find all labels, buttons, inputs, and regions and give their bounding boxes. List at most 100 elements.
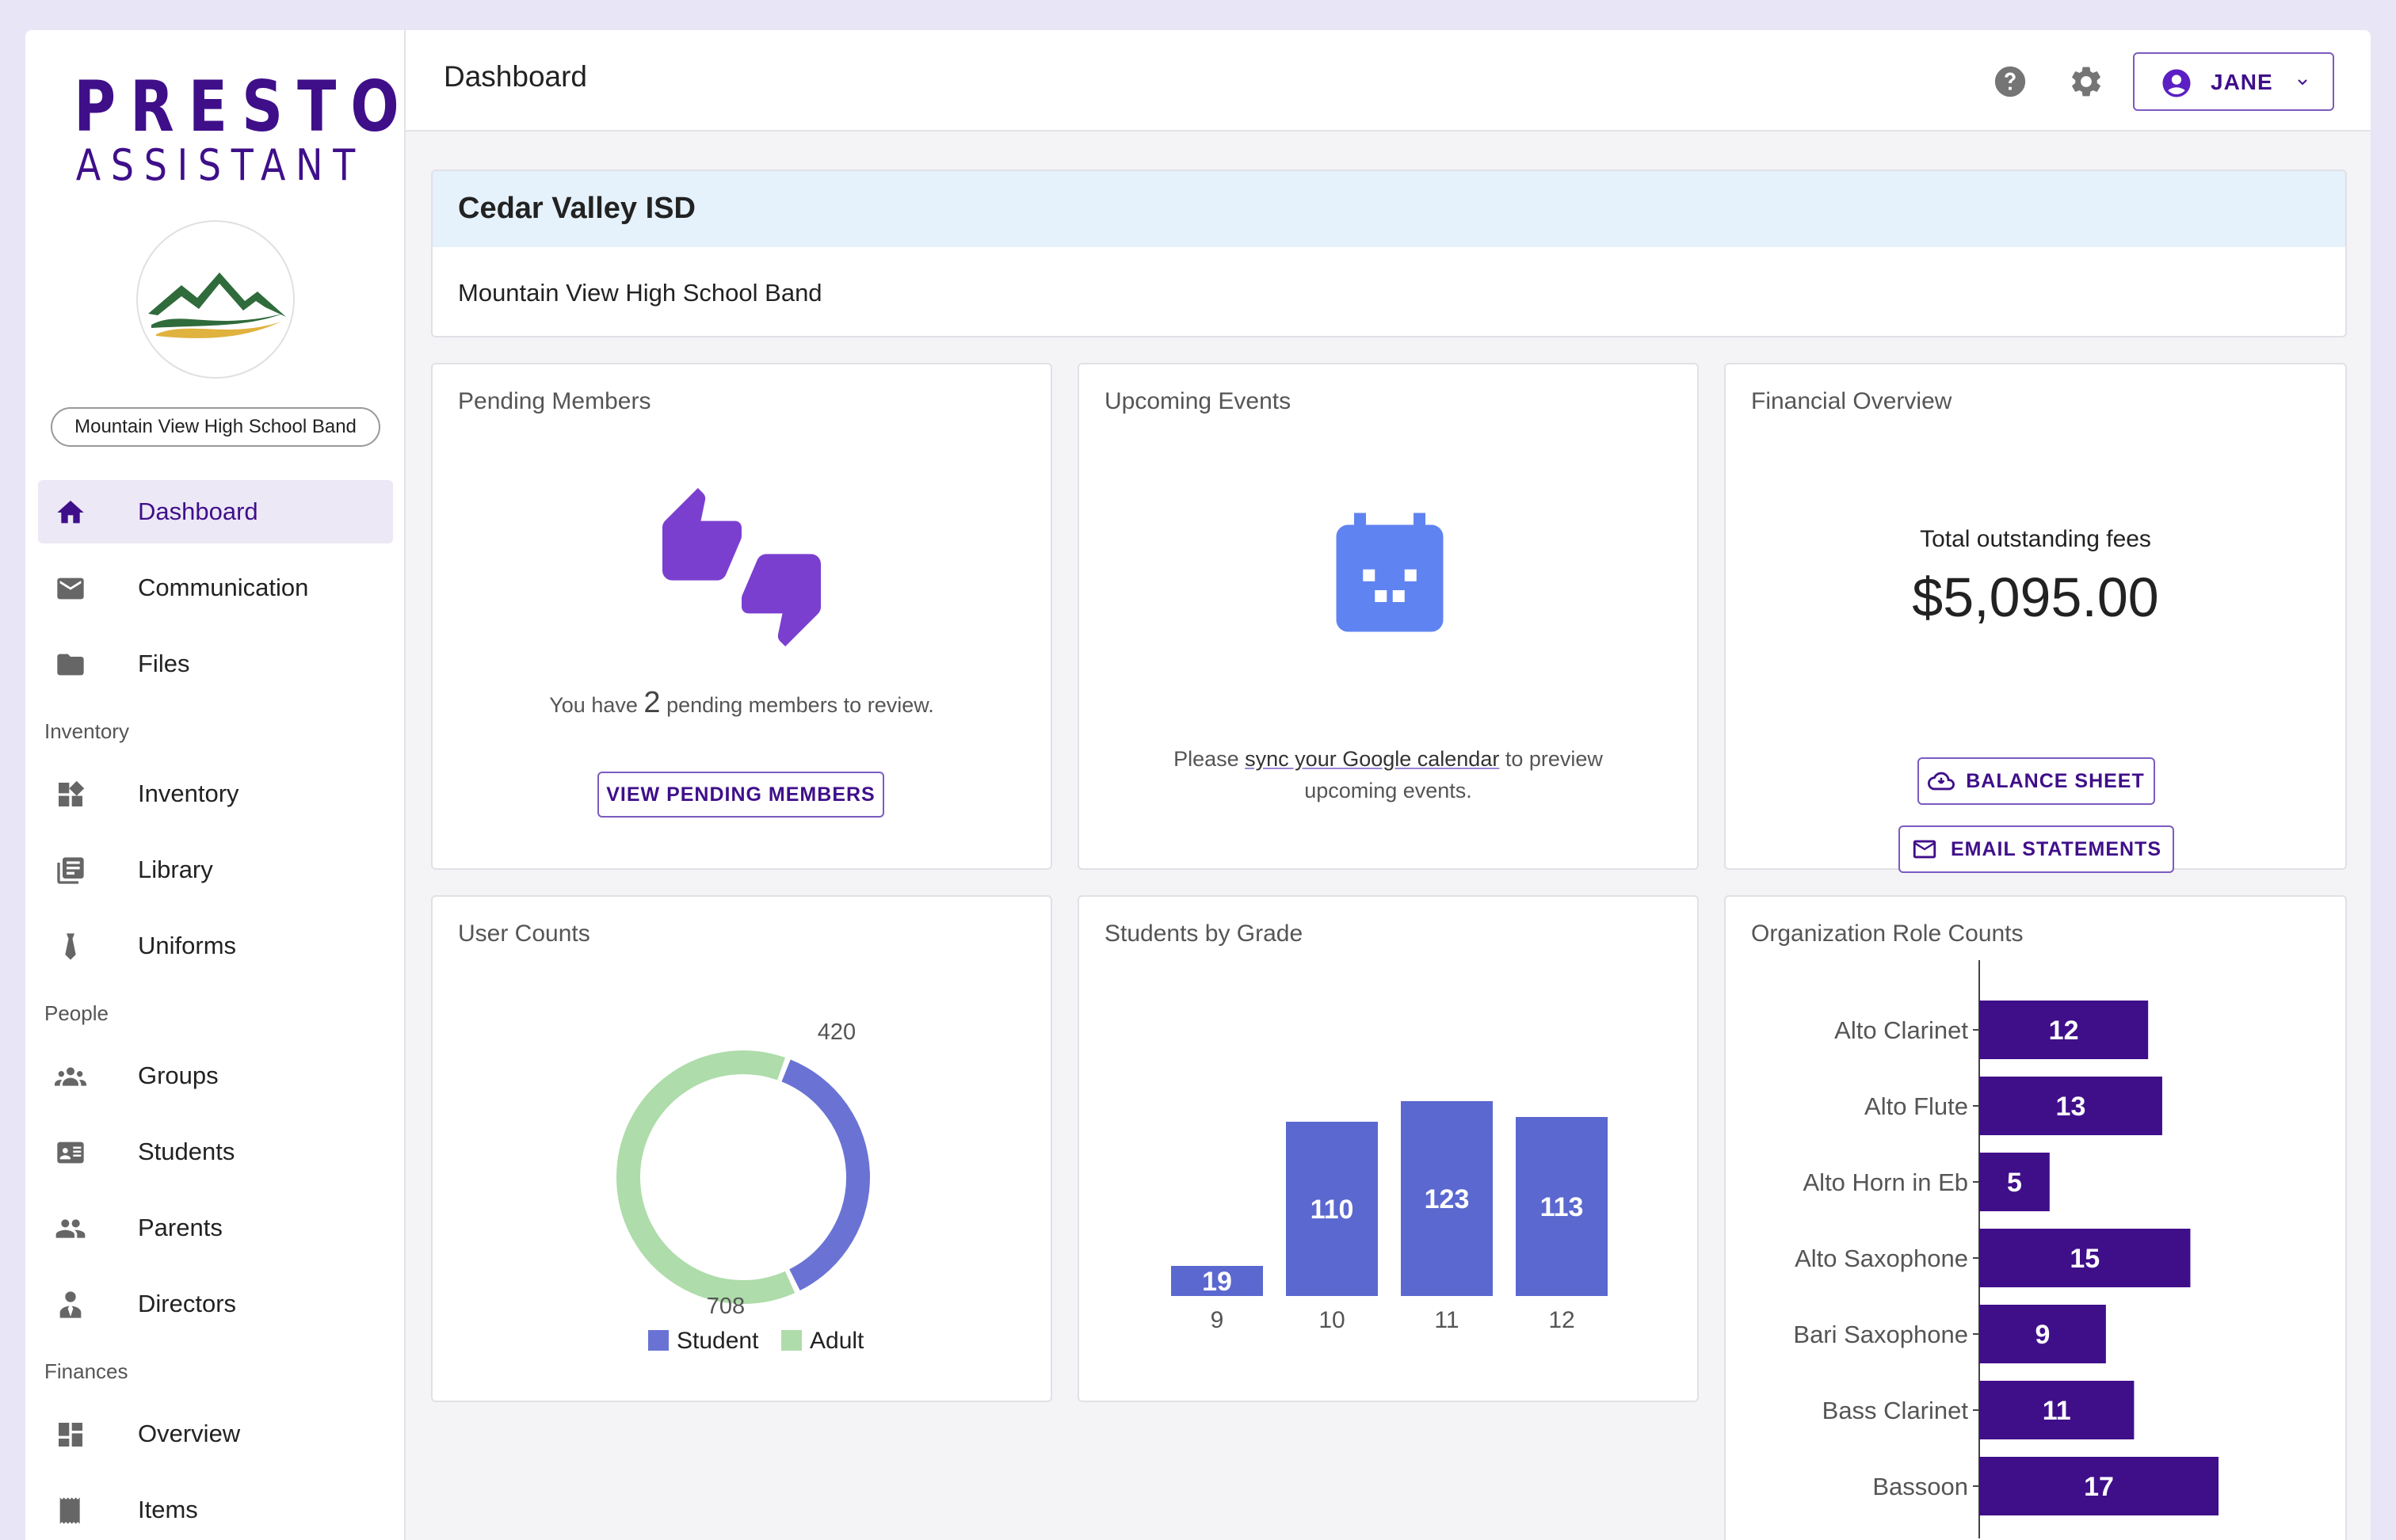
legend-label: Adult bbox=[810, 1328, 864, 1354]
y-tick-label: Alto Saxophone bbox=[1795, 1245, 1968, 1272]
sync-google-calendar-link[interactable]: sync your Google calendar bbox=[1245, 747, 1499, 771]
organization-card: Cedar Valley ISD Mountain View High Scho… bbox=[431, 170, 2347, 337]
cloud-download-icon bbox=[1928, 772, 1955, 791]
students-by-grade-bar-chart: 19 9 110 10 123 11 113 12 bbox=[1171, 1101, 1608, 1333]
people-icon bbox=[54, 1212, 87, 1245]
x-tick-label: 9 bbox=[1211, 1307, 1224, 1333]
account-circle-icon bbox=[2160, 67, 2193, 104]
sidebar-item-communication[interactable]: Communication bbox=[38, 556, 393, 619]
organization-chip[interactable]: Mountain View High School Band bbox=[51, 407, 380, 447]
folder-icon bbox=[54, 648, 87, 681]
pending-count: 2 bbox=[643, 686, 661, 719]
sidebar-item-label: Communication bbox=[138, 574, 309, 601]
email-statements-button[interactable]: EMAIL STATEMENTS bbox=[1898, 825, 2174, 873]
sidebar-item-label: Uniforms bbox=[138, 932, 237, 959]
card-title: Pending Members bbox=[458, 388, 651, 414]
card-title: Organization Role Counts bbox=[1751, 921, 2024, 947]
outstanding-fees-label: Total outstanding fees bbox=[1920, 526, 2151, 552]
app-window: PRESTO ASSISTANT Mountain View High Scho… bbox=[25, 30, 2371, 1540]
legend-swatch bbox=[648, 1330, 669, 1351]
sync-calendar-message: Please sync your Google calendar to prev… bbox=[1079, 743, 1697, 806]
sidebar-item-items[interactable]: Items bbox=[38, 1478, 393, 1540]
upcoming-events-card: Upcoming Events Please sync your Google … bbox=[1078, 363, 1699, 870]
students-by-grade-card: Students by Grade 19 9 110 10 123 11 113 12 bbox=[1078, 895, 1699, 1402]
sidebar-item-parents[interactable]: Parents bbox=[38, 1196, 393, 1260]
sidebar-item-library[interactable]: Library bbox=[38, 838, 393, 902]
mail-outline-icon bbox=[1913, 840, 1936, 859]
logo-line-1: PRESTO bbox=[74, 66, 414, 147]
chevron-down-icon bbox=[2293, 73, 2312, 96]
director-icon bbox=[54, 1288, 87, 1321]
help-icon[interactable] bbox=[1990, 62, 2030, 101]
user-counts-donut-chart: 420 708 Student Adult bbox=[616, 1020, 870, 1354]
groups-icon bbox=[54, 1060, 87, 1093]
sidebar: PRESTO ASSISTANT Mountain View High Scho… bbox=[25, 30, 406, 1540]
settings-gear-icon[interactable] bbox=[2066, 62, 2106, 101]
sidebar-item-label: Overview bbox=[138, 1420, 241, 1447]
card-title: User Counts bbox=[458, 921, 590, 947]
sidebar-item-label: Parents bbox=[138, 1214, 223, 1241]
bar-value-label: 123 bbox=[1425, 1184, 1470, 1214]
y-tick-label: Alto Flute bbox=[1864, 1092, 1968, 1120]
sidebar-item-label: Dashboard bbox=[138, 497, 258, 525]
x-tick-label: 10 bbox=[1318, 1307, 1345, 1333]
view-pending-members-button[interactable]: VIEW PENDING MEMBERS bbox=[597, 772, 884, 818]
donut-segment-student bbox=[781, 1059, 870, 1291]
y-tick-label: Alto Clarinet bbox=[1834, 1016, 1968, 1044]
user-name: JANE bbox=[2211, 70, 2273, 94]
sidebar-item-files[interactable]: Files bbox=[38, 632, 393, 696]
sidebar-item-label: Inventory bbox=[138, 780, 239, 807]
sidebar-item-label: Files bbox=[138, 650, 190, 677]
card-title: Financial Overview bbox=[1751, 388, 1952, 414]
sidebar-item-label: Students bbox=[138, 1138, 235, 1165]
bar-value-label: 11 bbox=[2043, 1396, 2071, 1426]
presto-assistant-logo[interactable]: PRESTO ASSISTANT bbox=[25, 71, 406, 192]
organization-role-counts-bar-chart: 12 Alto Clarinet 13 Alto Flute 5 Alto Horn in… bbox=[1793, 960, 2219, 1538]
pending-members-card: Pending Members You have 2 pending membe… bbox=[431, 363, 1052, 870]
sidebar-section-finances: Finances bbox=[44, 1359, 128, 1383]
sidebar-item-label: Items bbox=[138, 1496, 198, 1523]
balance-sheet-label: BALANCE SHEET bbox=[1966, 769, 2145, 792]
widgets-icon bbox=[54, 778, 87, 811]
sidebar-item-label: Library bbox=[138, 856, 213, 883]
dashboard-grid-icon bbox=[54, 1418, 87, 1451]
sidebar-item-students[interactable]: Students bbox=[38, 1120, 393, 1184]
organization-card-header: Cedar Valley ISD bbox=[433, 171, 2345, 247]
legend-swatch bbox=[781, 1330, 802, 1351]
y-tick-label: Bari Saxophone bbox=[1793, 1321, 1968, 1348]
id-card-icon bbox=[54, 1136, 87, 1169]
donut-value-label: 708 bbox=[707, 1294, 745, 1319]
library-books-icon bbox=[54, 854, 87, 887]
sidebar-item-label: Groups bbox=[138, 1062, 219, 1089]
top-bar: Dashboard JANE bbox=[406, 30, 2371, 132]
donut-segment-adult bbox=[616, 1050, 795, 1304]
balance-sheet-button[interactable]: BALANCE SHEET bbox=[1917, 757, 2155, 805]
x-tick-label: 11 bbox=[1434, 1307, 1459, 1333]
y-tick-label: Bassoon bbox=[1872, 1473, 1968, 1500]
sidebar-section-inventory: Inventory bbox=[44, 719, 129, 743]
y-tick-label: Alto Horn in Eb bbox=[1803, 1168, 1969, 1196]
sidebar-item-uniforms[interactable]: Uniforms bbox=[38, 914, 393, 978]
bar-value-label: 15 bbox=[2070, 1244, 2100, 1274]
home-icon bbox=[54, 496, 87, 529]
mountain-logo-icon bbox=[148, 273, 286, 338]
bar-value-label: 5 bbox=[2007, 1168, 2022, 1198]
bar-value-label: 19 bbox=[1202, 1267, 1232, 1297]
mail-icon bbox=[54, 572, 87, 605]
card-title: Students by Grade bbox=[1105, 921, 1303, 947]
sidebar-item-inventory[interactable]: Inventory bbox=[38, 762, 393, 825]
sidebar-item-overview[interactable]: Overview bbox=[38, 1402, 393, 1466]
y-tick-label: Bass Clarinet bbox=[1822, 1397, 1969, 1424]
donut-value-label: 420 bbox=[818, 1020, 856, 1045]
financial-overview-card: Financial Overview Total outstanding fee… bbox=[1724, 363, 2347, 873]
user-menu-button[interactable]: JANE bbox=[2133, 52, 2334, 111]
receipt-icon bbox=[54, 1494, 87, 1527]
sidebar-item-groups[interactable]: Groups bbox=[38, 1044, 393, 1107]
sidebar-item-directors[interactable]: Directors bbox=[38, 1272, 393, 1336]
bar-value-label: 12 bbox=[2049, 1016, 2079, 1046]
page-title: Dashboard bbox=[444, 60, 588, 93]
bar-value-label: 17 bbox=[2084, 1472, 2114, 1502]
sidebar-section-people: People bbox=[44, 1001, 109, 1025]
organization-role-counts-card: Organization Role Counts 12 Alto Clarinet… bbox=[1724, 895, 2347, 1540]
sidebar-item-dashboard[interactable]: Dashboard bbox=[38, 480, 393, 543]
